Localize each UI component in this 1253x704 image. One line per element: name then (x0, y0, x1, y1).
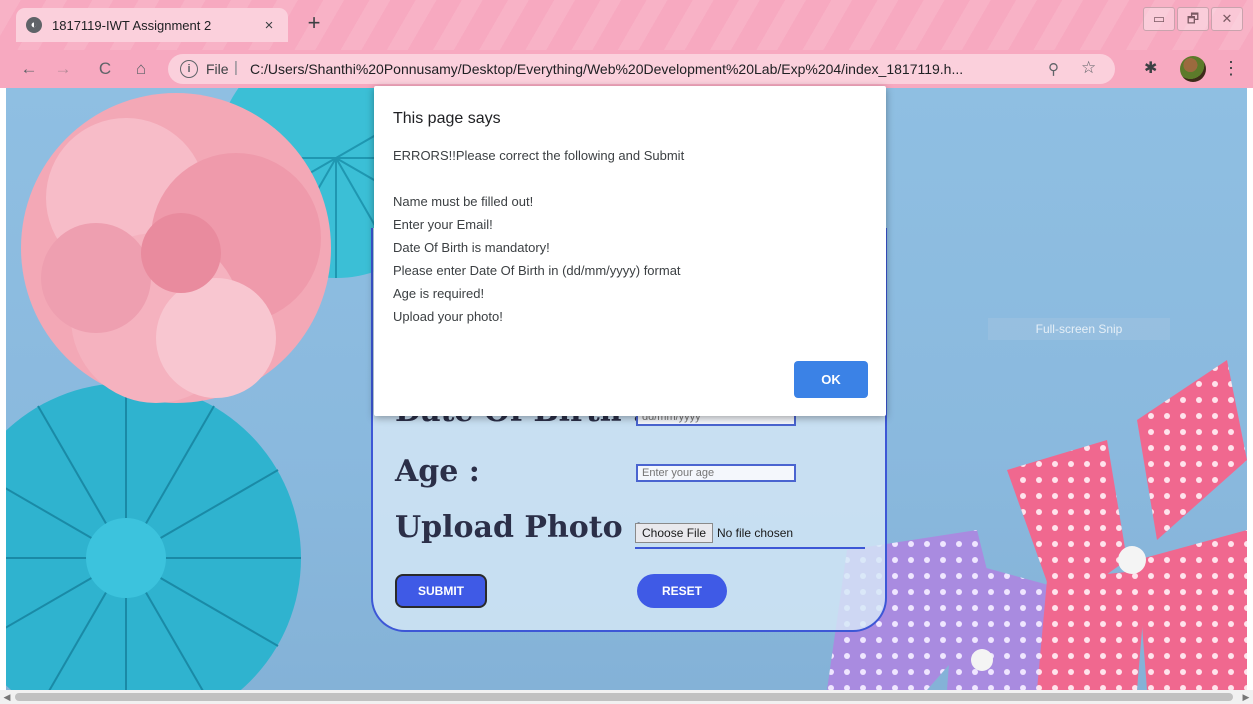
dialog-line-email: Enter your Email! (393, 217, 493, 232)
extensions-icon[interactable]: ✱ (1144, 58, 1157, 78)
submit-button[interactable]: SUBMIT (395, 574, 487, 608)
tab-title: 1817119-IWT Assignment 2 (52, 17, 212, 33)
bookmark-star-icon[interactable]: ☆ (1081, 58, 1096, 78)
dialog-line-heading: ERRORS!!Please correct the following and… (393, 148, 685, 163)
browser-title-bar: ◐ 1817119-IWT Assignment 2 × + ▭ 🗗 ✕ (0, 0, 1253, 50)
file-status-text: No file chosen (717, 526, 794, 540)
dialog-line-age: Age is required! (393, 286, 485, 301)
reload-button[interactable]: C (94, 58, 116, 80)
horizontal-scrollbar[interactable]: ◀ ▶ (0, 690, 1253, 704)
reset-button[interactable]: RESET (637, 574, 727, 608)
home-button[interactable]: ⌂ (130, 58, 152, 80)
choose-file-button[interactable]: Choose File (635, 523, 714, 543)
browser-toolbar: ← → C ⌂ i File | C:/Users/Shanthi%20Ponn… (0, 50, 1253, 88)
close-window-button[interactable]: ✕ (1211, 7, 1243, 31)
dialog-message: ERRORS!!Please correct the following and… (393, 144, 684, 328)
alert-dialog: This page says ERRORS!!Please correct th… (374, 86, 886, 416)
dialog-line-photo: Upload your photo! (393, 309, 503, 324)
age-label: Age : (395, 454, 480, 489)
browser-menu-icon[interactable]: ⋮ (1222, 58, 1240, 79)
tab-close-icon[interactable]: × (260, 17, 278, 34)
photo-label: Upload Photo : (395, 510, 645, 545)
forward-button[interactable]: → (52, 58, 74, 80)
address-separator: | (234, 59, 238, 76)
minimize-button[interactable]: ▭ (1143, 7, 1175, 31)
profile-avatar[interactable] (1180, 56, 1206, 82)
address-url[interactable]: C:/Users/Shanthi%20Ponnusamy/Desktop/Eve… (250, 61, 963, 77)
dialog-line-name: Name must be filled out! (393, 194, 534, 209)
new-tab-button[interactable]: + (302, 12, 326, 36)
back-button[interactable]: ← (18, 58, 40, 80)
snip-overlay-label: Full-screen Snip (988, 318, 1170, 340)
scroll-left-arrow-icon[interactable]: ◀ (0, 690, 14, 704)
address-bar[interactable]: i File | C:/Users/Shanthi%20Ponnusamy/De… (168, 54, 1115, 84)
globe-icon: ◐ (26, 17, 42, 33)
maximize-button[interactable]: 🗗 (1177, 7, 1209, 31)
dialog-line-dob-format: Please enter Date Of Birth in (dd/mm/yyy… (393, 263, 681, 278)
dialog-title: This page says (393, 110, 501, 127)
dialog-line-blank (393, 167, 684, 190)
photo-file-input[interactable]: Choose File No file chosen (635, 523, 865, 549)
scrollbar-thumb[interactable] (15, 693, 1233, 701)
paper-flower-decoration (6, 88, 426, 690)
scroll-right-arrow-icon[interactable]: ▶ (1239, 690, 1253, 704)
dialog-ok-button[interactable]: OK (794, 361, 868, 398)
zoom-icon[interactable]: ⚲ (1048, 60, 1059, 78)
browser-tab[interactable]: ◐ 1817119-IWT Assignment 2 × (16, 8, 288, 42)
address-scheme: File (206, 61, 229, 77)
info-icon[interactable]: i (180, 60, 198, 78)
dialog-line-dob: Date Of Birth is mandatory! (393, 240, 550, 255)
age-input[interactable] (636, 464, 796, 482)
